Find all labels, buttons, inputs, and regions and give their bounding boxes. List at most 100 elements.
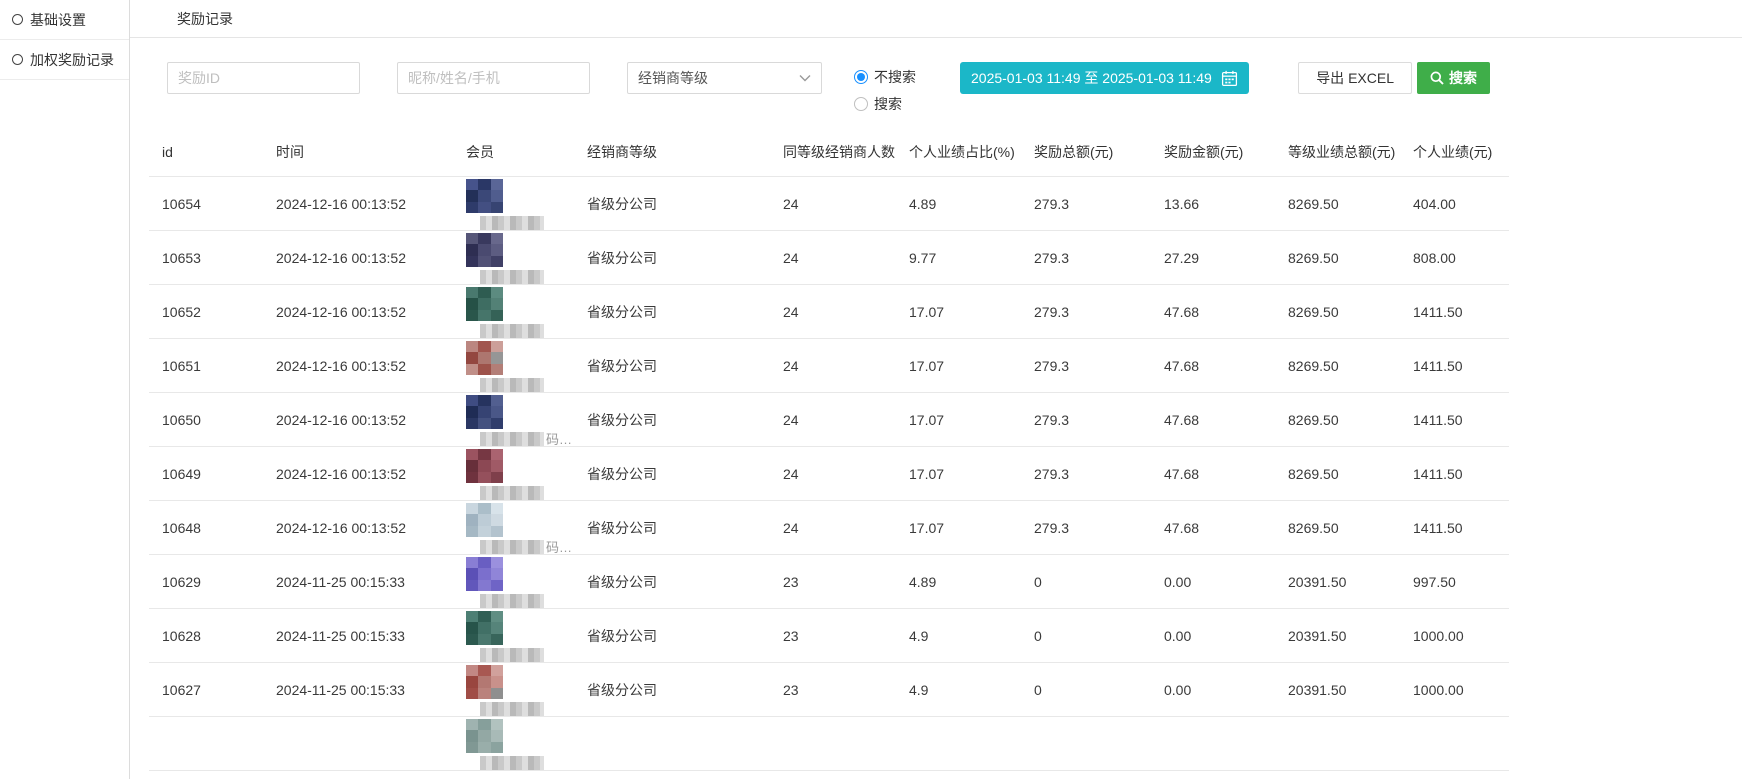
sidebar-item-basic-settings[interactable]: 基础设置 xyxy=(0,0,129,40)
table-cell xyxy=(909,717,1034,771)
radio-unselected-icon xyxy=(854,97,868,111)
column-header: id xyxy=(149,132,276,177)
filter-bar: 经销商等级 不搜索 搜索 2025-01-03 11:49 至 2025-01-… xyxy=(130,38,1490,114)
main-content: 奖励记录 经销商等级 不搜索 搜索 xyxy=(130,0,1742,779)
table-cell xyxy=(1034,717,1164,771)
search-button-label: 搜索 xyxy=(1449,68,1477,88)
table-cell: 47.68 xyxy=(1164,393,1288,447)
sidebar: 基础设置 加权奖励记录 xyxy=(0,0,130,779)
table-cell: 17.07 xyxy=(909,501,1034,555)
member-name xyxy=(480,485,587,500)
table-cell: 8269.50 xyxy=(1288,285,1413,339)
table-cell: 10629 xyxy=(149,555,276,609)
date-range-button[interactable]: 2025-01-03 11:49 至 2025-01-03 11:49 xyxy=(960,62,1249,94)
table-cell: 8269.50 xyxy=(1288,177,1413,231)
member-name-blurred xyxy=(480,432,544,446)
column-header: 奖励金额(元) xyxy=(1164,132,1288,177)
table-cell: 10649 xyxy=(149,447,276,501)
radio-search[interactable]: 搜索 xyxy=(854,94,916,114)
table-cell: 24 xyxy=(783,339,909,393)
table-cell: 8269.50 xyxy=(1288,393,1413,447)
search-button[interactable]: 搜索 xyxy=(1417,62,1490,94)
table-row: 106532024-12-16 00:13:52省级分公司249.77279.3… xyxy=(149,231,1509,285)
table-cell: 2024-11-25 00:15:33 xyxy=(276,663,466,717)
table-cell: 24 xyxy=(783,231,909,285)
table-cell: 17.07 xyxy=(909,285,1034,339)
reward-id-input[interactable] xyxy=(167,62,360,94)
calendar-icon xyxy=(1221,70,1238,87)
radio-no-search[interactable]: 不搜索 xyxy=(854,67,916,87)
table-cell: 省级分公司 xyxy=(587,447,783,501)
table-row: 106542024-12-16 00:13:52省级分公司244.89279.3… xyxy=(149,177,1509,231)
table-cell: 8269.50 xyxy=(1288,447,1413,501)
nickname-input[interactable] xyxy=(397,62,590,94)
member-name-blurred xyxy=(480,648,544,662)
table-cell: 4.89 xyxy=(909,177,1034,231)
table-cell: 2024-11-25 00:15:33 xyxy=(276,609,466,663)
dealer-level-select[interactable]: 经销商等级 xyxy=(627,62,822,94)
table-cell: 省级分公司 xyxy=(587,231,783,285)
table-cell: 47.68 xyxy=(1164,447,1288,501)
member-avatar xyxy=(466,233,503,267)
member-name-blurred xyxy=(480,540,544,554)
member-name-blurred xyxy=(480,216,544,230)
table-cell xyxy=(276,717,466,771)
member-avatar xyxy=(466,611,503,645)
records-table: id时间会员经销商等级同等级经销商人数个人业绩占比(%)奖励总额(元)奖励金额(… xyxy=(149,132,1509,771)
filter-actions: 导出 EXCEL 搜索 xyxy=(1298,62,1490,94)
member-cell xyxy=(466,339,587,393)
member-avatar xyxy=(466,557,503,591)
export-excel-button[interactable]: 导出 EXCEL xyxy=(1298,62,1412,94)
table-cell: 4.89 xyxy=(909,555,1034,609)
table-cell: 2024-12-16 00:13:52 xyxy=(276,339,466,393)
table-cell: 0.00 xyxy=(1164,609,1288,663)
table-cell xyxy=(149,717,276,771)
table-cell: 808.00 xyxy=(1413,231,1509,285)
table-cell: 1000.00 xyxy=(1413,609,1509,663)
table-cell: 1000.00 xyxy=(1413,663,1509,717)
table-cell: 24 xyxy=(783,285,909,339)
radio-label: 不搜索 xyxy=(874,67,916,87)
column-header: 个人业绩(元) xyxy=(1413,132,1509,177)
table-row: 106492024-12-16 00:13:52省级分公司2417.07279.… xyxy=(149,447,1509,501)
member-name-blurred xyxy=(480,270,544,284)
table-cell: 4.9 xyxy=(909,663,1034,717)
member-avatar xyxy=(466,341,503,375)
table-cell: 23 xyxy=(783,609,909,663)
member-avatar xyxy=(466,719,503,753)
table-cell: 17.07 xyxy=(909,339,1034,393)
search-icon xyxy=(1430,71,1444,85)
member-name xyxy=(480,755,587,770)
table-cell: 4.9 xyxy=(909,609,1034,663)
page-header: 奖励记录 xyxy=(130,0,1742,38)
sidebar-item-weighted-reward-records[interactable]: 加权奖励记录 xyxy=(0,40,129,80)
table-row: 106282024-11-25 00:15:33省级分公司234.900.002… xyxy=(149,609,1509,663)
table-cell: 23 xyxy=(783,663,909,717)
member-name-blurred xyxy=(480,486,544,500)
column-header: 经销商等级 xyxy=(587,132,783,177)
table-row: 106502024-12-16 00:13:52码…省级分公司2417.0727… xyxy=(149,393,1509,447)
column-header: 等级业绩总额(元) xyxy=(1288,132,1413,177)
table-cell: 1411.50 xyxy=(1413,339,1509,393)
member-name-blurred xyxy=(480,756,544,770)
table-cell: 0 xyxy=(1034,663,1164,717)
date-range-label: 2025-01-03 11:49 至 2025-01-03 11:49 xyxy=(971,68,1212,88)
member-avatar xyxy=(466,287,503,321)
table-cell xyxy=(587,717,783,771)
member-cell xyxy=(466,231,587,285)
table-cell: 1411.50 xyxy=(1413,285,1509,339)
member-cell: 码… xyxy=(466,393,587,447)
select-value: 经销商等级 xyxy=(638,68,708,88)
table-cell: 17.07 xyxy=(909,447,1034,501)
table-cell: 24 xyxy=(783,447,909,501)
table-cell: 2024-11-25 00:15:33 xyxy=(276,555,466,609)
radio-selected-icon xyxy=(854,70,868,84)
table-cell: 279.3 xyxy=(1034,393,1164,447)
member-name xyxy=(480,593,587,608)
member-cell: 码… xyxy=(466,501,587,555)
radio-label: 搜索 xyxy=(874,94,902,114)
app-window: 基础设置 加权奖励记录 奖励记录 经销商等级 不搜索 xyxy=(0,0,1742,779)
member-avatar xyxy=(466,503,503,537)
table-cell: 省级分公司 xyxy=(587,177,783,231)
table-cell: 10654 xyxy=(149,177,276,231)
